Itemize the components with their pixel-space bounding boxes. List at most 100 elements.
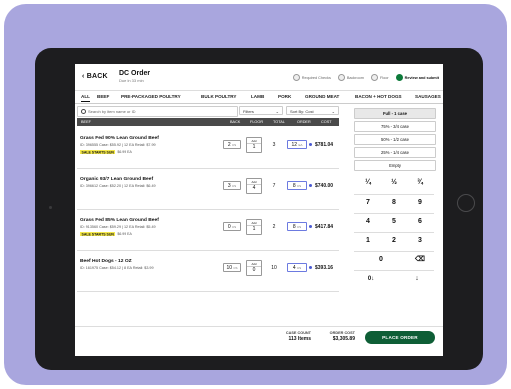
filters-label: Filters — [243, 109, 254, 114]
table-row[interactable]: Organic 93/7 Lean Ground Beef ID: 396612… — [77, 169, 339, 210]
key-1[interactable]: 1 — [357, 234, 379, 248]
back-qty-input[interactable]: 3 CS — [223, 181, 241, 190]
keypad-divider — [354, 213, 434, 214]
order-unit: CS — [297, 184, 302, 188]
arrow-down-icon[interactable]: ↓ — [406, 272, 428, 286]
tab-all[interactable]: ALL — [81, 94, 90, 102]
floor-qty-input[interactable]: Add 1 — [246, 219, 262, 235]
step-dot-icon — [337, 74, 345, 81]
table-header: BEEF BACK FLOOR TOTAL ORDER COST — [77, 118, 339, 126]
back-qty: 10 — [226, 265, 232, 271]
product-name: Organic 93/7 Lean Ground Beef — [80, 177, 154, 182]
key-3[interactable]: 3 — [409, 234, 431, 248]
page-subtitle: Due in 33 min — [119, 78, 144, 83]
order-qty: 8 — [292, 183, 296, 189]
back-qty-input[interactable]: 10 CS — [223, 263, 241, 272]
step-backroom[interactable]: Backroom — [337, 74, 364, 81]
header: ‹ BACK DC Order Due in 33 min Required C… — [75, 64, 443, 91]
tab-lamb[interactable]: LAMB — [251, 94, 264, 99]
key-4[interactable]: 4 — [357, 215, 379, 229]
order-unit: CS — [297, 266, 302, 270]
order-footer: CASE COUNT 113 Items ORDER COST $3,305.8… — [75, 326, 443, 356]
order-qty-input[interactable]: 4 CS — [287, 263, 307, 272]
step-dot-icon — [370, 74, 378, 81]
table-row[interactable]: Beef Hot Dogs - 12 OZ ID: 161975 Case: $… — [77, 251, 339, 292]
filters-dropdown[interactable]: Filters ⌄ — [239, 106, 283, 115]
back-button[interactable]: ‹ BACK — [82, 73, 108, 80]
sort-label: Sort By: Cost — [290, 109, 314, 114]
row-cost: $393.16 — [315, 265, 334, 271]
col-floor: FLOOR — [250, 120, 264, 124]
floor-qty-input[interactable]: Add 1 — [246, 137, 262, 153]
key-9[interactable]: 9 — [409, 196, 431, 210]
floor-qty-input[interactable]: Add 0 — [246, 260, 262, 276]
tab-ground-meat[interactable]: GROUND MEAT — [305, 94, 339, 99]
total-qty: 7 — [272, 183, 276, 189]
col-order: ORDER — [297, 120, 311, 124]
table-row[interactable]: Grass Fed 85% Lean Ground Beef ID: 91356… — [77, 210, 339, 251]
order-qty-input[interactable]: 12 EA — [287, 140, 307, 149]
place-order-button[interactable]: PLACE ORDER — [365, 331, 435, 344]
preset-half-case[interactable]: 50% - 1/2 case — [354, 134, 436, 145]
preset-three-quarter-case[interactable]: 75% - 3/4 case — [354, 121, 436, 132]
sort-dropdown[interactable]: Sort By: Cost ⌄ — [286, 106, 339, 115]
tab-sausages[interactable]: SAUSAGES — [415, 94, 441, 99]
key-three-quarter[interactable]: ¾ — [409, 176, 431, 190]
search-placeholder: Search by item name or ID — [88, 109, 136, 114]
tab-pre-packaged-poultry[interactable]: PRE-PACKAGED POULTRY — [121, 94, 181, 99]
order-unit: CS — [297, 225, 302, 229]
key-0[interactable]: 0 — [370, 253, 392, 267]
sale-label: SALE STARTS SUN — [80, 149, 116, 155]
case-count-value: 113 Items — [288, 336, 311, 342]
key-2[interactable]: 2 — [383, 234, 405, 248]
tab-beef[interactable]: BEEF — [97, 94, 109, 99]
key-half[interactable]: ½ — [383, 176, 405, 190]
key-7[interactable]: 7 — [357, 196, 379, 210]
key-8[interactable]: 8 — [383, 196, 405, 210]
progress-steps: Required Checks Backroom Floor Review an… — [292, 74, 439, 81]
sale-badge: SALE STARTS SUN $6.99 EA — [80, 231, 132, 237]
home-button[interactable] — [457, 194, 475, 212]
preset-quarter-case[interactable]: 25% - 1/4 case — [354, 147, 436, 158]
table-row[interactable]: Grass Fed 90% Lean Ground Beef ID: 39655… — [77, 128, 339, 169]
step-label: Review and submit — [404, 75, 439, 80]
back-qty-input[interactable]: 2 CS — [223, 140, 241, 149]
step-required-checks[interactable]: Required Checks — [292, 74, 331, 81]
key-zero-down[interactable]: 0↓ — [360, 272, 382, 286]
search-input[interactable]: Search by item name or ID — [77, 106, 238, 117]
order-qty: 8 — [292, 224, 296, 230]
order-qty: 12 — [291, 142, 298, 148]
step-floor[interactable]: Floor — [370, 74, 389, 81]
tab-bulk-poultry[interactable]: BULK POULTRY — [201, 94, 236, 99]
key-5[interactable]: 5 — [383, 215, 405, 229]
backspace-icon[interactable]: ⌫ — [409, 253, 431, 267]
keypad-divider — [354, 232, 434, 233]
tab-pork[interactable]: PORK — [278, 94, 291, 99]
key-6[interactable]: 6 — [409, 215, 431, 229]
row-cost: $740.00 — [315, 183, 334, 189]
tab-bacon-hot-dogs[interactable]: BACON + HOT DOGS — [355, 94, 402, 99]
order-cost-label: ORDER COST — [329, 331, 355, 335]
back-qty-input[interactable]: 0 CS — [223, 222, 241, 231]
col-total: TOTAL — [273, 120, 285, 124]
step-label: Required Checks — [301, 75, 331, 80]
order-qty-input[interactable]: 8 CS — [287, 181, 307, 190]
row-cost: $417.84 — [315, 224, 334, 230]
floor-qty-input[interactable]: Add 4 — [246, 178, 262, 194]
sale-price: $6.99 EA — [117, 150, 132, 154]
step-review-submit[interactable]: Review and submit — [395, 74, 439, 81]
order-status-icon — [309, 266, 312, 269]
col-back: BACK — [230, 120, 241, 124]
floor-qty: 1 — [252, 226, 256, 232]
back-qty: 0 — [227, 224, 231, 230]
page-title: DC Order — [119, 70, 151, 77]
preset-empty[interactable]: Empty — [354, 160, 436, 171]
total-qty: 3 — [272, 142, 276, 148]
row-cost: $781.04 — [315, 142, 334, 148]
order-qty: 4 — [292, 265, 296, 271]
back-qty: 2 — [227, 142, 231, 148]
preset-full-case[interactable]: Full - 1 case — [354, 108, 436, 119]
sale-price: $6.99 EA — [117, 232, 132, 236]
key-quarter[interactable]: ¼ — [357, 176, 379, 190]
order-qty-input[interactable]: 8 CS — [287, 222, 307, 231]
